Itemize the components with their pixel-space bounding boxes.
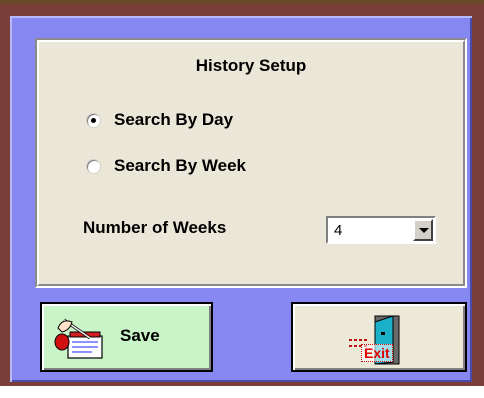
radio-selected-dot — [91, 117, 96, 123]
chevron-down-icon — [419, 228, 429, 233]
save-button[interactable]: Save — [40, 302, 213, 372]
frame-top-border — [0, 0, 484, 4]
weeks-select-value: 4 — [334, 222, 343, 239]
weeks-dropdown-button[interactable] — [413, 219, 433, 241]
exit-label: Exit — [361, 344, 393, 362]
window-frame: History Setup Search By Day Search By We… — [0, 0, 484, 386]
radio-search-by-day[interactable]: Search By Day — [87, 110, 233, 130]
radio-button-week[interactable] — [87, 159, 100, 173]
dialog-panel: History Setup Search By Day Search By We… — [10, 16, 472, 382]
save-label: Save — [120, 326, 160, 345]
group-title: History Setup — [195, 56, 307, 75]
radio-label-day: Search By Day — [114, 110, 234, 129]
weeks-select[interactable]: 4 — [326, 216, 436, 244]
history-setup-group: History Setup Search By Day Search By We… — [35, 38, 467, 288]
exit-button[interactable]: Exit — [291, 302, 467, 372]
radio-button-day[interactable] — [87, 113, 100, 127]
save-notepad-icon — [54, 318, 103, 359]
radio-label-week: Search By Week — [114, 156, 246, 175]
radio-search-by-week[interactable]: Search By Week — [87, 156, 246, 176]
number-of-weeks-label: Number of Weeks — [83, 218, 227, 237]
